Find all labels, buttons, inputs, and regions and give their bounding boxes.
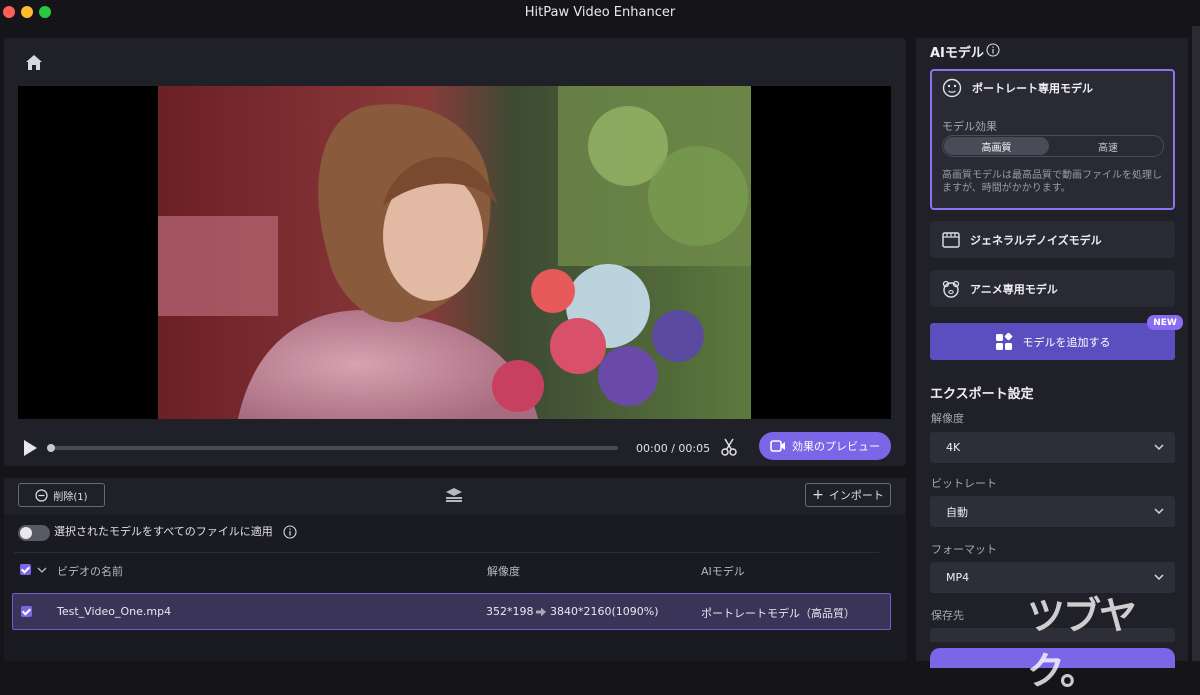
play-icon[interactable] <box>20 438 40 458</box>
table-row[interactable]: Test_Video_One.mp4 352*198 3840*2160(109… <box>12 593 891 630</box>
progress-handle[interactable] <box>47 444 55 452</box>
arrow-right-icon <box>536 607 546 617</box>
apply-all-label: 選択されたモデルをすべてのファイルに適用 <box>54 525 273 538</box>
settings-sidebar: AIモデル ポートレート専用モデル モデル効果 高画質 高速 高画質モデルは最高… <box>916 38 1188 668</box>
model-effect-segmented: 高画質 高速 <box>942 135 1164 157</box>
select-all-checkbox[interactable] <box>20 564 31 575</box>
chevron-down-icon[interactable] <box>37 565 47 575</box>
chevron-down-icon <box>1154 574 1164 581</box>
window-edge <box>1192 26 1200 661</box>
row-checkbox[interactable] <box>21 606 32 617</box>
model-description: 高画質モデルは最高品質で動画ファイルを処理しますが、時間がかかります。 <box>942 170 1162 194</box>
denoise-model-title: ジェネラルデノイズモデル <box>970 233 1102 247</box>
portrait-face-icon <box>942 78 962 98</box>
file-list: 選択されたモデルをすべてのファイルに適用 ビデオの名前 解像度 AIモデル Te… <box>4 514 906 661</box>
anime-model-card[interactable]: アニメ専用モデル <box>930 270 1175 307</box>
denoise-model-card[interactable]: ジェネラルデノイズモデル <box>930 221 1175 258</box>
add-model-label: モデルを追加する <box>1022 335 1111 349</box>
grid-add-icon <box>995 332 1012 350</box>
new-badge: NEW <box>1147 315 1183 330</box>
app-title: HitPaw Video Enhancer <box>524 5 676 20</box>
progress-bar[interactable] <box>47 444 618 452</box>
video-camera-icon <box>770 440 785 452</box>
preview-effect-button[interactable]: 効果のプレビュー <box>759 432 891 460</box>
save-location-label: 保存先 <box>931 609 964 622</box>
toggle-knob <box>20 527 32 539</box>
title-bar: HitPaw Video Enhancer <box>0 0 1200 26</box>
format-label: フォーマット <box>931 543 997 556</box>
add-model-button[interactable]: モデルを追加する <box>930 323 1175 360</box>
plus-icon: + <box>812 487 824 503</box>
row-source-resolution: 352*198 <box>486 605 534 618</box>
resolution-select[interactable]: 4K <box>930 432 1175 463</box>
video-frame <box>158 86 751 419</box>
row-target-resolution: 3840*2160(1090%) <box>550 605 659 618</box>
scissors-icon[interactable] <box>719 437 739 457</box>
resolution-value: 4K <box>946 441 961 454</box>
column-header-name: ビデオの名前 <box>57 565 123 578</box>
minus-circle-icon <box>35 488 49 502</box>
player-panel: 00:00 / 00:05 効果のプレビュー <box>4 38 906 466</box>
info-icon[interactable] <box>283 525 297 539</box>
resolution-label: 解像度 <box>931 412 964 425</box>
preview-effect-label: 効果のプレビュー <box>792 440 880 453</box>
model-effect-label: モデル効果 <box>942 120 997 133</box>
chevron-down-icon <box>1154 444 1164 451</box>
timecode: 00:00 / 00:05 <box>636 442 711 455</box>
row-ai-model: ポートレートモデル（高品質） <box>701 607 855 620</box>
bitrate-value: 自動 <box>946 505 968 519</box>
anime-model-title: アニメ専用モデル <box>970 282 1058 296</box>
format-value: MP4 <box>946 571 970 584</box>
row-file-name: Test_Video_One.mp4 <box>57 605 172 618</box>
apply-all-toggle[interactable] <box>18 525 50 541</box>
chevron-down-icon <box>1154 508 1164 515</box>
bitrate-select[interactable]: 自動 <box>930 496 1175 527</box>
info-icon[interactable] <box>986 43 1000 57</box>
portrait-model-title: ポートレート専用モデル <box>972 82 1093 95</box>
delete-button[interactable]: 削除(1) <box>18 483 105 507</box>
column-header-resolution: 解像度 <box>487 565 520 578</box>
video-preview <box>18 86 891 419</box>
collapse-panel-icon[interactable] <box>444 487 464 503</box>
quality-option[interactable]: 高画質 <box>944 137 1049 155</box>
import-button[interactable]: + インポート <box>805 483 891 507</box>
export-settings-heading: エクスポート設定 <box>930 387 1034 402</box>
portrait-model-card[interactable]: ポートレート専用モデル モデル効果 高画質 高速 高画質モデルは最高品質で動画フ… <box>930 69 1175 210</box>
home-icon[interactable] <box>24 53 44 73</box>
file-list-panel: 削除(1) + インポート 選択されたモデルをすべてのファイルに適用 ビデオの名… <box>4 478 906 661</box>
bear-icon <box>942 280 960 298</box>
import-label: インポート <box>828 489 884 502</box>
bitrate-label: ビットレート <box>931 477 997 490</box>
speed-option[interactable]: 高速 <box>1053 137 1163 155</box>
divider <box>14 552 879 553</box>
film-icon <box>942 231 960 248</box>
column-header-model: AIモデル <box>701 565 745 578</box>
watermark: ツブヤク。 <box>1027 594 1137 693</box>
delete-label: 削除(1) <box>53 491 88 503</box>
ai-model-heading: AIモデル <box>930 46 984 61</box>
